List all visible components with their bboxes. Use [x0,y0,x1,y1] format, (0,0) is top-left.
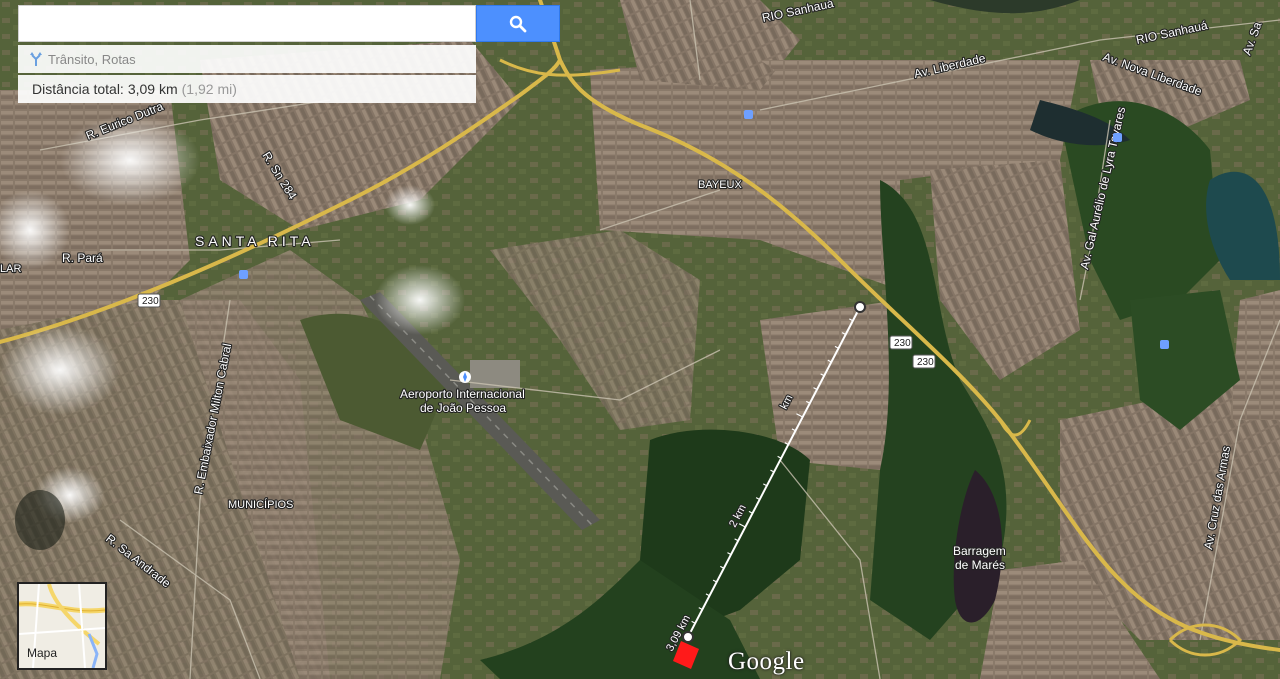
map-type-label: Mapa [27,646,58,660]
svg-text:230: 230 [142,296,159,307]
distance-km: 3,09 km [127,81,178,97]
google-logo: Google [728,648,805,675]
route-fork-icon [30,52,42,66]
search-box [18,5,476,42]
traffic-routes-label: Trânsito, Rotas [48,51,136,67]
label-aeroporto-1: Aeroporto Internacional [400,387,525,401]
measure-end-point[interactable] [682,631,694,643]
label-lar: LAR [0,263,21,275]
airport-icon [459,371,471,383]
svg-text:230: 230 [894,338,911,349]
traffic-routes-link[interactable]: Trânsito, Rotas [18,45,476,73]
label-santa-rita: SANTA RITA [195,233,315,249]
measure-start-point[interactable] [854,301,866,313]
label-aeroporto-2: de João Pessoa [420,401,506,415]
label-barragem-2: de Marés [955,558,1005,572]
search-button[interactable] [476,5,560,42]
svg-text:230: 230 [917,357,934,368]
map-type-toggle[interactable]: Mapa [17,582,107,670]
shield-230-b: 230 [889,335,913,350]
shield-230-a: 230 [137,293,161,308]
label-barragem-1: Barragem [953,544,1006,558]
search-input[interactable] [19,6,475,41]
distance-mi: (1,92 mi) [181,81,237,97]
distance-label: Distância total: [32,81,124,97]
shield-230-c: 230 [912,354,936,369]
label-bayeux: BAYEUX [698,179,742,191]
label-r-para: R. Pará [62,251,103,265]
label-municipios: MUNICÍPIOS [228,498,293,511]
search-icon [509,15,527,32]
distance-summary: Distância total: 3,09 km (1,92 mi) [18,75,476,103]
